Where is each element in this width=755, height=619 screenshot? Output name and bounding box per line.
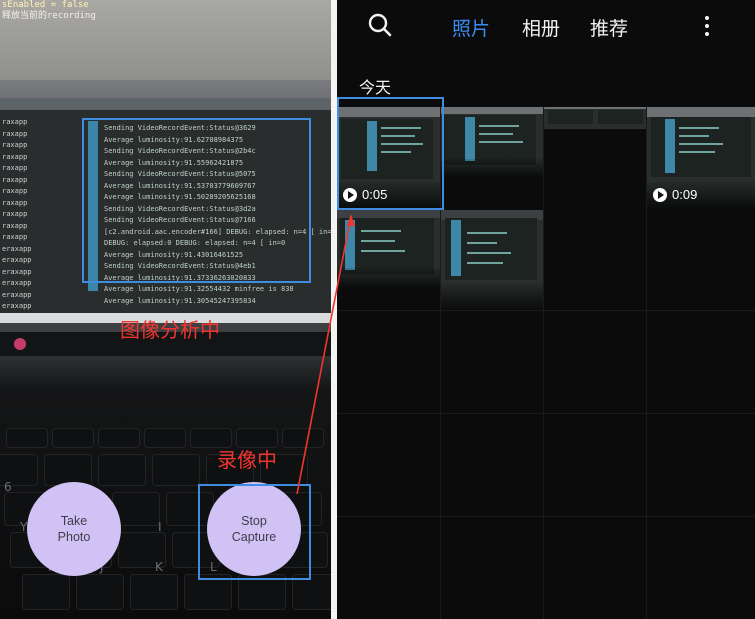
keyboard-key <box>76 574 124 610</box>
grid-divider <box>543 107 544 619</box>
grid-divider <box>337 516 755 517</box>
log-line: Average luminosity:91.30545247395834 <box>104 296 256 305</box>
keyboard-key <box>6 428 48 448</box>
monitor-code-line: 释放当前的recording <box>2 11 96 21</box>
process-list-item: raxapp <box>2 152 28 161</box>
process-list-item: raxapp <box>2 118 28 126</box>
tab-photos[interactable]: 照片 <box>452 14 490 41</box>
stop-capture-highlight-box <box>198 484 311 580</box>
process-list-item: eraxapp <box>2 302 32 310</box>
video-duration-badge: 0:09 <box>653 187 697 202</box>
grid-divider <box>337 310 755 311</box>
photo-thumbnail[interactable] <box>441 210 543 310</box>
recording-label: 录像中 <box>217 448 277 472</box>
taskbar-app-icon <box>14 338 26 350</box>
log-highlight-box <box>82 118 311 283</box>
screenshot-root: sEnabled = false 释放当前的recording raxapp ra… <box>0 0 755 619</box>
process-list-item: eraxapp <box>2 267 32 276</box>
keyboard-key <box>44 454 92 486</box>
process-list-item: raxapp <box>2 187 28 195</box>
process-list-item: raxapp <box>2 141 28 149</box>
tab-recommended[interactable]: 推荐 <box>590 14 628 41</box>
keyboard-key <box>282 428 324 448</box>
photo-thumbnail[interactable] <box>337 210 440 288</box>
keyboard-key <box>52 428 94 448</box>
keyboard-key <box>144 428 186 448</box>
console-header-stripe <box>0 98 331 110</box>
video-thumbnail[interactable]: 0:09 <box>647 107 755 209</box>
keyboard-key-label: I <box>158 520 162 534</box>
take-photo-label: Take Photo <box>57 514 91 544</box>
process-list-item: raxapp <box>2 129 28 138</box>
monitor-code-line: sEnabled = false <box>2 0 89 10</box>
play-icon <box>653 187 667 202</box>
section-today-label: 今天 <box>359 78 392 97</box>
process-list-item: eraxapp <box>2 244 32 253</box>
image-analysis-label: 图像分析中 <box>120 318 220 342</box>
process-list-item: raxapp <box>2 175 28 184</box>
process-list-item: raxapp <box>2 164 28 172</box>
keyboard-key-label: 6 <box>4 480 12 494</box>
tab-albums[interactable]: 相册 <box>522 14 560 41</box>
keyboard-key <box>98 454 146 486</box>
grid-divider <box>337 413 755 414</box>
process-list-item: eraxapp <box>2 290 32 299</box>
keyboard-key <box>98 428 140 448</box>
keyboard-key-label: K <box>155 560 163 574</box>
photo-thumbnail[interactable] <box>544 107 646 129</box>
search-icon[interactable] <box>367 12 393 38</box>
process-list-item: raxapp <box>2 210 28 218</box>
process-list-item: raxapp <box>2 221 28 230</box>
thumbnail-highlight-box <box>337 97 444 210</box>
photo-thumbnail[interactable] <box>441 107 543 177</box>
keyboard-key <box>22 574 70 610</box>
monitor-code-text: sEnabled = false 释放当前的recording <box>0 0 96 22</box>
keyboard-key <box>152 454 200 486</box>
video-duration: 0:09 <box>672 187 698 202</box>
take-photo-button[interactable]: Take Photo <box>27 482 121 576</box>
monitor-top-area: sEnabled = false 释放当前的recording <box>0 0 331 80</box>
process-list-item: eraxapp <box>2 256 32 264</box>
process-list-item: eraxapp <box>2 279 32 287</box>
photo-gallery: 照片 相册 推荐 今天 0:05 0:09 <box>337 0 755 619</box>
log-line: Average luminosity:91.32554432 minfree i… <box>104 285 294 293</box>
more-vertical-icon[interactable] <box>703 14 711 38</box>
process-list-item: raxapp <box>2 198 28 207</box>
process-list-item: raxapp <box>2 233 28 241</box>
keyboard-key <box>130 574 178 610</box>
camera-preview: sEnabled = false 释放当前的recording raxapp ra… <box>0 0 331 619</box>
